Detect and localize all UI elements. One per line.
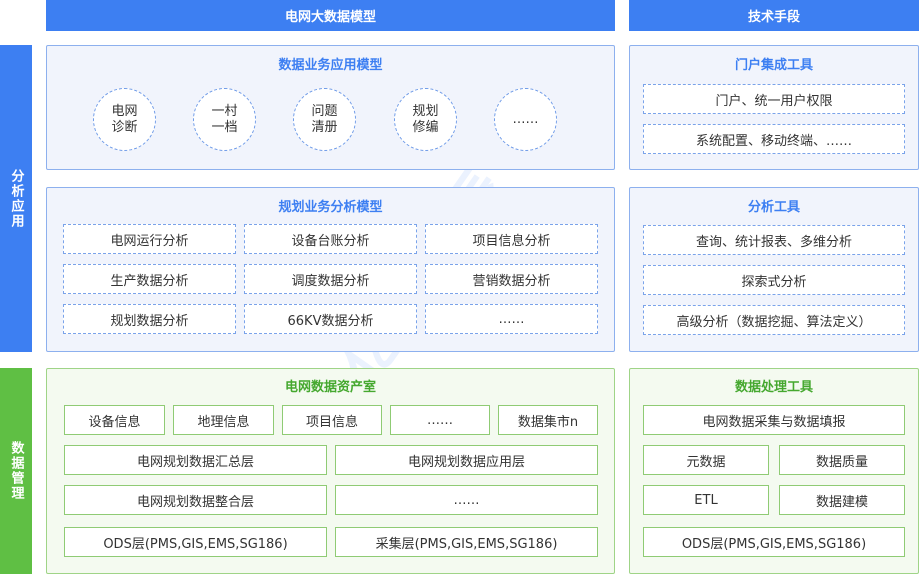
business-model-title: 数据业务应用模型 [278, 57, 383, 73]
asset-application-layer: 电网规划数据应用层 [335, 445, 598, 475]
processing-tools-title: 数据处理工具 [734, 379, 813, 395]
planning-item-planning-data: 规划数据分析 [63, 304, 236, 334]
circle-plan-revision: 规划 修编 [394, 88, 457, 151]
portal-item-user-permission: 门户、统一用户权限 [643, 84, 905, 114]
analysis-tool-advanced: 高级分析（数据挖掘、算法定义） [643, 305, 905, 335]
processing-etl: ETL [643, 485, 769, 515]
asset-data-mart-n: 数据集市n [498, 405, 598, 435]
asset-collect-layer: 采集层(PMS,GIS,EMS,SG186) [335, 527, 598, 557]
side-label-analysis: 分析应用 [0, 45, 32, 352]
asset-etc: …… [335, 485, 598, 515]
asset-more: …… [390, 405, 490, 435]
asset-summary-layer: 电网规划数据汇总层 [64, 445, 327, 475]
header-right: 技术手段 [629, 0, 919, 31]
analysis-tool-exploratory: 探索式分析 [643, 265, 905, 295]
planning-item-more: …… [425, 304, 598, 334]
circle-more: …… [494, 88, 557, 151]
planning-item-marketing-data: 营销数据分析 [425, 264, 598, 294]
processing-ods-layer: ODS层(PMS,GIS,EMS,SG186) [643, 527, 905, 557]
planning-item-grid-operation: 电网运行分析 [63, 224, 236, 254]
analysis-tools-title: 分析工具 [747, 199, 800, 215]
planning-item-project-info: 项目信息分析 [425, 224, 598, 254]
asset-ods-layer: ODS层(PMS,GIS,EMS,SG186) [64, 527, 327, 557]
analysis-tool-query-report: 查询、统计报表、多维分析 [643, 225, 905, 255]
asset-room-title: 电网数据资产室 [284, 379, 376, 395]
portal-item-system-config: 系统配置、移动终端、…… [643, 124, 905, 154]
planning-model-title: 规划业务分析模型 [278, 199, 383, 215]
asset-project-info: 项目信息 [282, 405, 382, 435]
circle-village-file: 一村 一档 [193, 88, 256, 151]
circle-issue-list: 问题 清册 [293, 88, 356, 151]
processing-metadata: 元数据 [643, 445, 769, 475]
side-label-data: 数据管理 [0, 368, 32, 574]
asset-integration-layer: 电网规划数据整合层 [64, 485, 327, 515]
planning-item-dispatch-data: 调度数据分析 [244, 264, 417, 294]
header-left: 电网大数据模型 [46, 0, 615, 31]
planning-item-66kv-data: 66KV数据分析 [244, 304, 417, 334]
planning-item-equipment-ledger: 设备台账分析 [244, 224, 417, 254]
circle-grid-diagnosis: 电网 诊断 [93, 88, 156, 151]
asset-geo-info: 地理信息 [173, 405, 274, 435]
planning-item-production-data: 生产数据分析 [63, 264, 236, 294]
processing-quality: 数据质量 [779, 445, 905, 475]
asset-equipment-info: 设备信息 [64, 405, 165, 435]
processing-collect-fill: 电网数据采集与数据填报 [643, 405, 905, 435]
processing-modeling: 数据建模 [779, 485, 905, 515]
portal-tools-title: 门户集成工具 [734, 57, 813, 73]
